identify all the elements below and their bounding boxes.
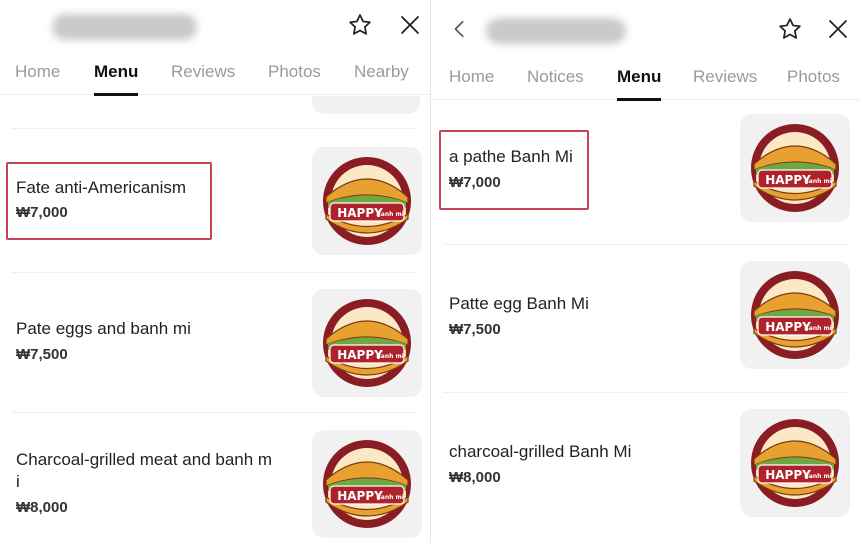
banh-mi-logo: HAPPYBanh mi xyxy=(751,419,839,507)
close-icon xyxy=(829,20,847,38)
blurred-store-name xyxy=(486,18,626,44)
svg-text:Banh mi: Banh mi xyxy=(804,178,832,185)
menu-item-price: ₩7,500 xyxy=(449,321,501,338)
svg-text:Banh mi: Banh mi xyxy=(804,325,832,332)
menu-item[interactable]: Pate eggs and banh mi ₩7,500 HAPPY Banh m… xyxy=(0,280,430,410)
close-icon xyxy=(401,16,419,34)
menu-item-image: HAPPY Banh mi xyxy=(740,261,850,369)
menu-item-name: charcoal-grilled Banh Mi xyxy=(449,442,632,461)
left-screenshot-panel: Home Menu Reviews Photos Nearby Fate ant… xyxy=(0,0,430,543)
highlight-box xyxy=(439,130,589,210)
banh-mi-logo: HAPPYBanh mi xyxy=(323,157,411,245)
menu-item[interactable]: Patte egg Banh Mi ₩7,500 HAPPY Banh mi xyxy=(431,252,860,388)
svg-text:Banh mi: Banh mi xyxy=(804,473,832,480)
back-icon xyxy=(454,20,464,38)
tab-menu[interactable]: Menu xyxy=(617,60,662,101)
menu-item-image: HAPPY Banh mi xyxy=(312,147,422,255)
menu-item-price: ₩7,000 xyxy=(16,204,68,221)
menu-item[interactable]: Fate anti-Americanism ₩7,000 HAPPY Banh m… xyxy=(0,140,430,270)
svg-text:Banh mi: Banh mi xyxy=(376,353,404,360)
tab-home[interactable]: Home xyxy=(15,55,60,95)
close-button[interactable] xyxy=(823,14,853,44)
tab-photos[interactable]: Photos xyxy=(787,60,840,100)
menu-item-price: ₩8,000 xyxy=(16,499,68,516)
tab-bar: Home Notices Menu Reviews Photos xyxy=(431,60,860,101)
menu-item-name: Fate anti-Americanism xyxy=(16,178,187,197)
menu-item-name: Patte egg Banh Mi xyxy=(449,294,589,313)
right-screenshot-panel: Home Notices Menu Reviews Photos a pathe… xyxy=(430,0,860,543)
menu-item[interactable]: charcoal-grilled Banh Mi ₩8,000 HAPPY Ban… xyxy=(431,400,860,543)
tab-reviews[interactable]: Reviews xyxy=(171,55,235,95)
previous-item-thumbnail xyxy=(312,96,420,114)
favorite-button[interactable] xyxy=(775,14,805,44)
menu-item-name: Pate eggs and banh mi xyxy=(16,319,191,338)
tab-photos[interactable]: Photos xyxy=(268,55,321,95)
banh-mi-logo: HAPPYBanh mi xyxy=(751,271,839,359)
tab-notices[interactable]: Notices xyxy=(527,60,584,100)
divider xyxy=(12,272,418,273)
blurred-store-name xyxy=(52,14,197,40)
tab-home[interactable]: Home xyxy=(449,60,494,100)
menu-item-image: HAPPY Banh mi xyxy=(740,409,850,517)
banh-mi-logo: HAPPYBanh mi xyxy=(323,299,411,387)
close-button[interactable] xyxy=(395,10,425,40)
back-button[interactable] xyxy=(445,14,475,44)
menu-item[interactable]: Charcoal-grilled meat and banh m i ₩8,00… xyxy=(0,420,430,543)
svg-text:Banh mi: Banh mi xyxy=(376,494,404,501)
tab-nearby[interactable]: Nearby xyxy=(354,55,409,95)
menu-item-image: HAPPY Banh mi xyxy=(740,114,850,222)
divider xyxy=(443,392,848,393)
divider xyxy=(12,128,418,129)
tab-reviews[interactable]: Reviews xyxy=(693,60,757,100)
banh-mi-logo: HAPPYBanh mi xyxy=(751,124,839,212)
banh-mi-logo: HAPPYBanh mi xyxy=(323,440,411,528)
menu-item-image: HAPPY Banh mi xyxy=(312,289,422,397)
star-icon xyxy=(779,18,801,39)
tab-bar: Home Menu Reviews Photos Nearby xyxy=(0,55,430,96)
star-icon xyxy=(349,14,371,35)
svg-text:Banh mi: Banh mi xyxy=(376,211,404,218)
tab-menu[interactable]: Menu xyxy=(94,55,139,96)
menu-item-name: a pathe Banh Mi xyxy=(449,147,573,166)
menu-item-price: ₩7,500 xyxy=(16,346,68,363)
top-bar xyxy=(0,0,430,52)
menu-item-image: HAPPY Banh mi xyxy=(312,430,422,538)
menu-item[interactable]: a pathe Banh Mi ₩7,000 HAPPY Banh mi xyxy=(431,104,860,242)
menu-item-price: ₩7,000 xyxy=(449,174,501,191)
menu-item-name: Charcoal-grilled meat and banh m i xyxy=(16,450,273,491)
highlight-box xyxy=(6,162,212,240)
divider xyxy=(12,412,418,413)
menu-item-price: ₩8,000 xyxy=(449,469,501,486)
top-bar xyxy=(431,0,860,52)
divider xyxy=(443,244,848,245)
favorite-button[interactable] xyxy=(345,10,375,40)
